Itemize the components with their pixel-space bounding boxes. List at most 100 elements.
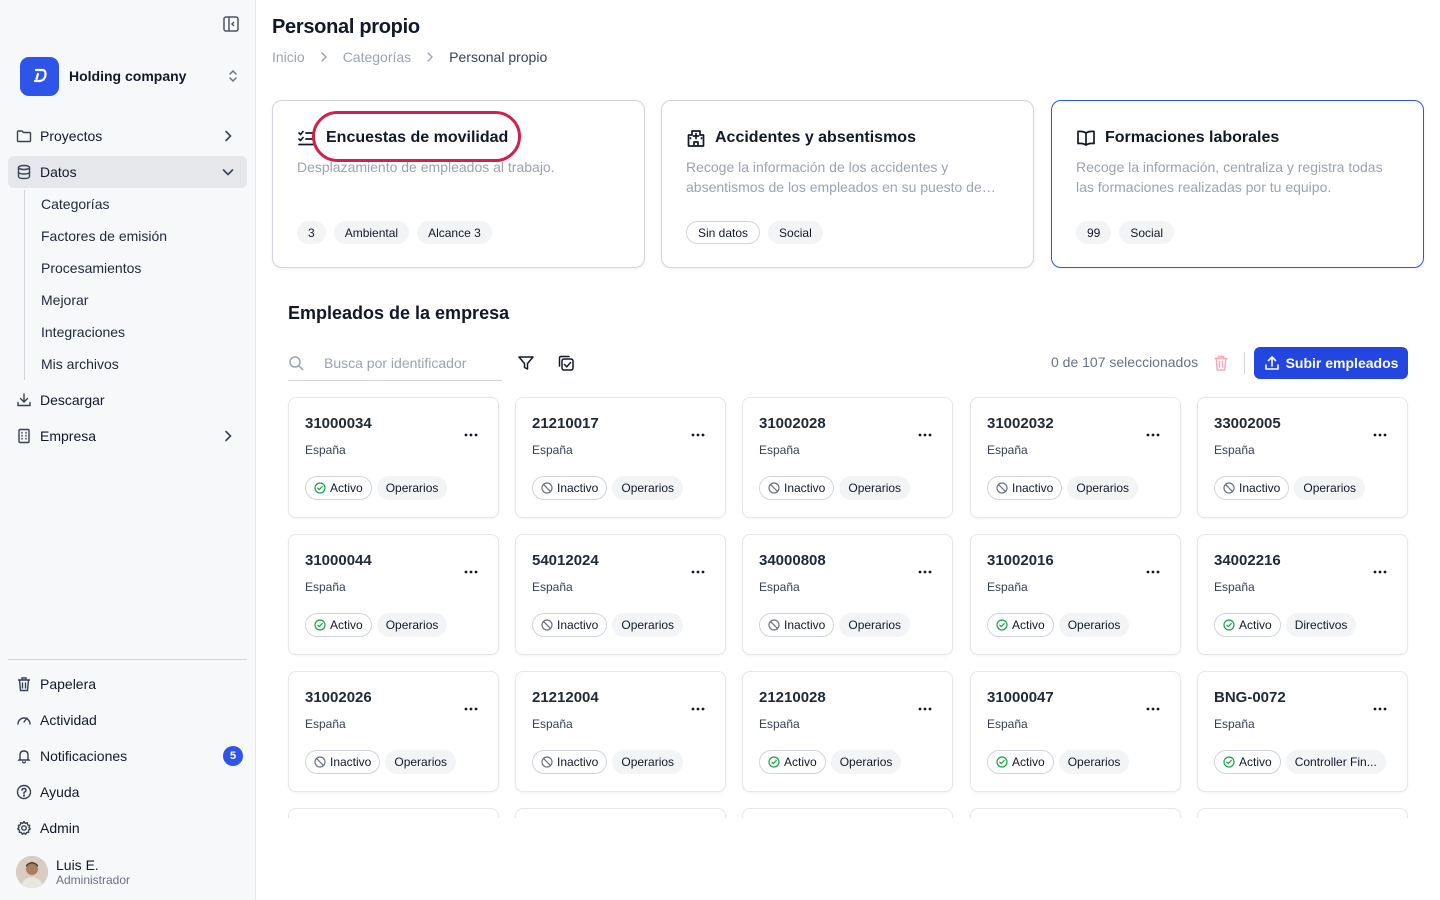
nav-admin[interactable]: Admin (8, 812, 247, 844)
employee-country: España (305, 717, 346, 731)
select-all-icon[interactable] (557, 354, 575, 372)
help-icon (16, 784, 32, 800)
category-card-accidentes-absentismos[interactable]: Accidentes y absentismos Recoge la infor… (661, 100, 1034, 268)
bell-icon (16, 748, 32, 764)
more-options-icon[interactable] (1373, 698, 1387, 711)
more-options-icon[interactable] (464, 424, 478, 437)
subnav-mis-archivos[interactable]: Mis archivos (33, 350, 233, 378)
breadcrumb-inicio[interactable]: Inicio (272, 49, 305, 65)
subnav-procesamientos[interactable]: Procesamientos (33, 254, 233, 282)
employee-id: BNG-0072 (1214, 689, 1286, 706)
chevron-down-icon (221, 165, 235, 179)
nav-actividad[interactable]: Actividad (8, 704, 247, 736)
employee-country: España (759, 443, 800, 457)
organization-switcher[interactable]: Holding company (20, 56, 240, 96)
gear-icon (16, 820, 32, 836)
ban-icon (541, 482, 553, 494)
status-label: Activo (1012, 755, 1045, 769)
sidebar-collapse-icon[interactable] (222, 15, 240, 33)
more-options-icon[interactable] (691, 424, 705, 437)
subnav-integraciones[interactable]: Integraciones (33, 318, 233, 346)
subnav-categorias[interactable]: Categorías (33, 190, 233, 218)
nav-notificaciones-label: Notificaciones (40, 748, 128, 764)
subnav-mejorar[interactable]: Mejorar (33, 286, 233, 314)
nav-descargar[interactable]: Descargar (8, 384, 247, 416)
more-options-icon[interactable] (464, 561, 478, 574)
role-badge: Operarios (839, 476, 911, 500)
more-options-icon[interactable] (918, 424, 932, 437)
role-badge: Directivos (1285, 613, 1357, 637)
employee-card[interactable]: 31002028 España Inactivo Operarios (742, 397, 953, 518)
search-field (288, 345, 502, 381)
employee-card[interactable]: 34000808 España Inactivo Operarios (742, 534, 953, 655)
employee-card[interactable]: 31002016 España Activo Operarios (970, 534, 1181, 655)
section-title: Empleados de la empresa (288, 303, 510, 323)
sidebar: Holding company Proyectos Datos Categorí… (0, 0, 256, 900)
role-badge: Operarios (839, 613, 911, 637)
nav-empresa[interactable]: Empresa (8, 420, 247, 452)
delete-icon[interactable] (1213, 354, 1229, 372)
more-options-icon[interactable] (1146, 561, 1160, 574)
more-options-icon[interactable] (1373, 561, 1387, 574)
nav-notificaciones[interactable]: Notificaciones (8, 740, 247, 772)
more-options-icon[interactable] (1146, 698, 1160, 711)
employee-card[interactable]: 34002216 España Activo Directivos (1197, 534, 1408, 655)
employee-card[interactable]: 31000034 España Activo Operarios (288, 397, 499, 518)
employee-card[interactable]: 21210017 España Inactivo Operarios (515, 397, 726, 518)
employee-card[interactable]: 31002032 España Inactivo Operarios (970, 397, 1181, 518)
more-options-icon[interactable] (464, 698, 478, 711)
more-options-icon[interactable] (918, 561, 932, 574)
employee-card[interactable]: 31000047 España Activo Operarios (970, 671, 1181, 792)
breadcrumb-categorias[interactable]: Categorías (343, 49, 411, 65)
employee-id: 21210017 (532, 415, 599, 432)
more-options-icon[interactable] (918, 698, 932, 711)
subnav-factores-emision[interactable]: Factores de emisión (33, 222, 233, 250)
search-input[interactable] (324, 354, 494, 371)
more-options-icon[interactable] (1146, 424, 1160, 437)
status-label: Inactivo (557, 481, 599, 495)
employee-card-partial[interactable] (288, 808, 499, 818)
employee-id: 31002032 (987, 415, 1054, 432)
employee-card-partial[interactable] (1197, 808, 1408, 818)
category-description: Recoge la información de los accidentes … (686, 159, 982, 195)
status-badge: Activo (987, 613, 1054, 637)
upload-employees-button[interactable]: Subir empleados (1254, 347, 1408, 379)
category-card-encuestas-movilidad[interactable]: Encuestas de movilidad Desplazamiento de… (272, 100, 645, 268)
employee-card[interactable]: 31002026 España Inactivo Operarios (288, 671, 499, 792)
category-tag: Social (768, 221, 823, 244)
filter-icon[interactable] (517, 354, 535, 372)
ban-icon (768, 482, 780, 494)
status-label: Inactivo (1012, 481, 1054, 495)
nav-datos[interactable]: Datos (8, 156, 247, 188)
status-badge: Activo (1214, 613, 1281, 637)
employee-card[interactable]: 21210028 España Activo Operarios (742, 671, 953, 792)
status-badge: Activo (987, 750, 1054, 774)
user-profile[interactable]: Luis E. Administrador (16, 856, 130, 888)
more-options-icon[interactable] (691, 561, 705, 574)
nav-proyectos[interactable]: Proyectos (8, 120, 247, 152)
status-label: Activo (1012, 618, 1045, 632)
breadcrumb: Inicio Categorías Personal propio (272, 49, 547, 65)
role-badge: Operarios (612, 613, 684, 637)
employee-card-partial[interactable] (970, 808, 1181, 818)
nav-papelera[interactable]: Papelera (8, 668, 247, 700)
category-tag: 99 (1076, 221, 1112, 244)
employee-card-partial[interactable] (742, 808, 953, 818)
more-options-icon[interactable] (691, 698, 705, 711)
employee-card[interactable]: 33002005 España Inactivo Operarios (1197, 397, 1408, 518)
employee-card[interactable]: BNG-0072 España Activo Controller Fin... (1197, 671, 1408, 792)
ban-icon (996, 482, 1008, 494)
employee-card[interactable]: 21212004 España Inactivo Operarios (515, 671, 726, 792)
employee-card[interactable]: 31000044 España Activo Operarios (288, 534, 499, 655)
status-label: Inactivo (1239, 481, 1281, 495)
category-card-formaciones-laborales[interactable]: Formaciones laborales Recoge la informac… (1051, 100, 1424, 268)
nav-ayuda[interactable]: Ayuda (8, 776, 247, 808)
status-badge: Inactivo (305, 750, 381, 774)
status-label: Inactivo (784, 618, 826, 632)
status-label: Activo (1239, 755, 1272, 769)
employee-card-partial[interactable] (515, 808, 726, 818)
role-badge: Controller Fin... (1285, 750, 1386, 774)
more-options-icon[interactable] (1373, 424, 1387, 437)
employee-card[interactable]: 54012024 España Inactivo Operarios (515, 534, 726, 655)
role-badge: Operarios (612, 476, 684, 500)
